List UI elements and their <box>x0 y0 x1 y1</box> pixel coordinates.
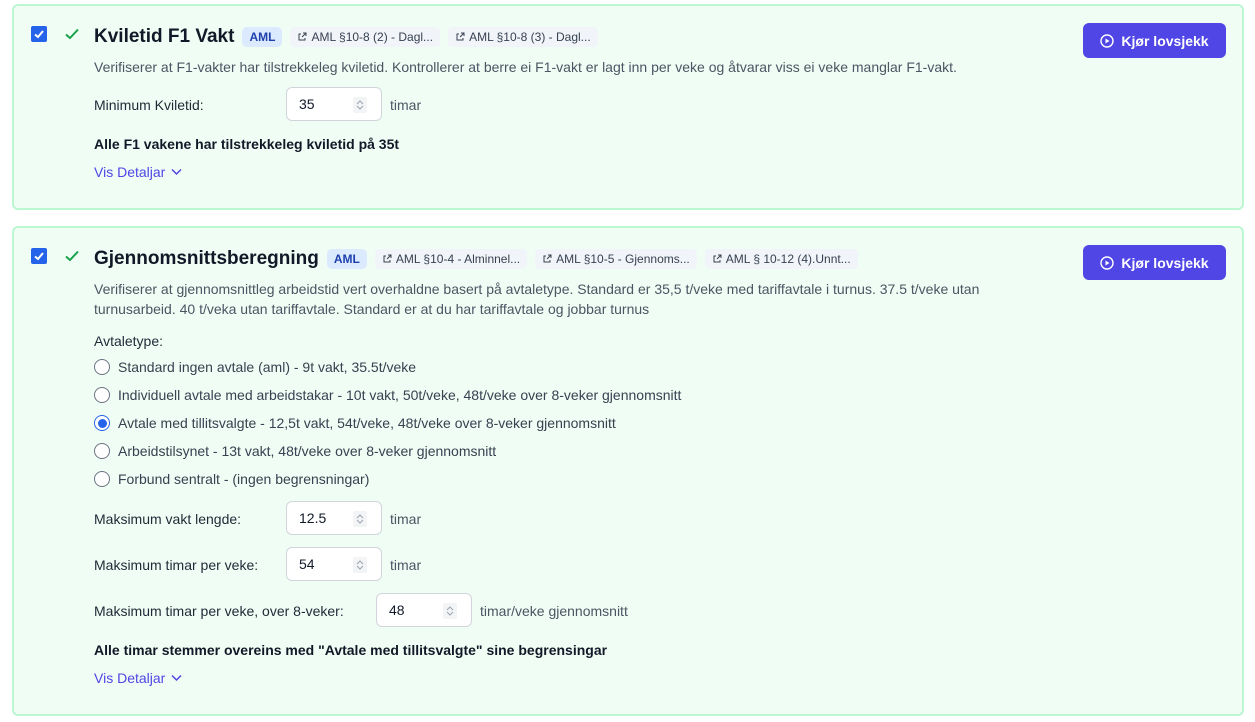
input-value: 35 <box>299 96 315 112</box>
unit-label: timar <box>390 97 422 113</box>
agreement-option-label: Arbeidstilsynet - 13t vakt, 48t/veke ove… <box>118 443 497 459</box>
law-reference-link[interactable]: AML § 10-12 (4).Unnt... <box>704 249 858 269</box>
law-reference-link[interactable]: AML §10-4 - Alminnel... <box>374 249 528 269</box>
enable-checkbox[interactable] <box>31 26 47 42</box>
unit-label: timar/veke gjennomsnitt <box>480 603 628 619</box>
max-hours-8week-input[interactable]: 48 <box>376 593 472 627</box>
card-description: Verifiserer at gjennomsnittleg arbeidsti… <box>94 279 1094 319</box>
max-shift-length-input[interactable]: 12.5 <box>286 501 382 535</box>
chevron-down-icon <box>171 168 182 176</box>
check-result: Alle timar stemmer overeins med "Avtale … <box>94 642 608 658</box>
agreement-option[interactable]: Individuell avtale med arbeidstakar - 10… <box>94 387 681 403</box>
external-link-icon <box>298 32 307 41</box>
check-result: Alle F1 vakene har tilstrekkeleg kvileti… <box>94 136 400 152</box>
card-title: Kviletid F1 Vakt <box>94 26 235 47</box>
input-value: 48 <box>389 602 405 618</box>
checkbox-checked-icon <box>34 30 44 39</box>
spinner-arrows-icon[interactable] <box>443 603 457 619</box>
external-link-icon <box>713 254 722 263</box>
agreement-type-label: Avtaletype: <box>94 333 164 349</box>
description-line: Verifiserer at gjennomsnittleg arbeidsti… <box>94 281 980 297</box>
spinner-arrows-icon[interactable] <box>353 511 367 527</box>
field-label: Maksimum timar per veke: <box>94 557 259 573</box>
input-value: 12.5 <box>299 510 327 526</box>
checkbox-checked-icon <box>34 252 44 261</box>
law-reference-link[interactable]: AML §10-5 - Gjennoms... <box>535 249 697 269</box>
spinner-arrows-icon[interactable] <box>353 97 367 113</box>
play-circle-icon <box>1100 255 1115 270</box>
min-rest-input[interactable]: 35 <box>286 87 382 121</box>
agreement-option-label: Avtale med tillitsvalgte - 12,5t vakt, 5… <box>118 415 616 431</box>
agreement-option-selected[interactable]: Avtale med tillitsvalgte - 12,5t vakt, 5… <box>94 415 616 431</box>
agreement-option[interactable]: Forbund sentralt - (ingen begrensningar) <box>94 471 369 487</box>
field-label: Maksimum timar per veke, over 8-veker: <box>94 603 344 619</box>
card-title: Gjennomsnittsberegning <box>94 248 319 269</box>
external-link-icon <box>543 254 552 263</box>
show-details-label: Vis Detaljar <box>94 670 166 686</box>
show-details-link[interactable]: Vis Detaljar <box>94 670 182 686</box>
external-link-icon <box>383 254 392 263</box>
law-reference-label: AML §10-5 - Gjennoms... <box>556 252 690 266</box>
law-reference-link[interactable]: AML §10-8 (2) - Dagl... <box>290 27 441 47</box>
run-law-check-label: Kjør lovsjekk <box>1121 32 1209 49</box>
law-reference-label: AML §10-8 (2) - Dagl... <box>311 30 434 44</box>
card-header: Gjennomsnittsberegning AML AML §10-4 - A… <box>94 248 858 270</box>
radio-button[interactable] <box>94 471 110 487</box>
play-circle-icon <box>1100 33 1115 48</box>
description-line: turnusarbeid. 40 t/veka utan tariffavtal… <box>94 301 650 317</box>
agreement-option-label: Standard ingen avtale (aml) - 9t vakt, 3… <box>118 359 417 375</box>
rule-card-gjennomsnitt: Gjennomsnittsberegning AML AML §10-4 - A… <box>12 226 1244 716</box>
card-description: Verifiserer at F1-vakter har tilstrekkel… <box>94 59 957 75</box>
law-reference-label: AML §10-4 - Alminnel... <box>395 252 521 266</box>
run-law-check-label: Kjør lovsjekk <box>1121 254 1209 271</box>
run-law-check-button[interactable]: Kjør lovsjekk <box>1083 23 1226 58</box>
aml-badge: AML <box>326 249 367 269</box>
rule-card-kviletid: Kviletid F1 Vakt AML AML §10-8 (2) - Dag… <box>12 4 1244 210</box>
field-label: Minimum Kviletid: <box>94 97 204 113</box>
agreement-option[interactable]: Standard ingen avtale (aml) - 9t vakt, 3… <box>94 359 416 375</box>
radio-button[interactable] <box>94 443 110 459</box>
radio-button[interactable] <box>94 387 110 403</box>
check-icon <box>65 28 79 40</box>
check-icon <box>65 250 79 262</box>
show-details-link[interactable]: Vis Detaljar <box>94 164 182 180</box>
spinner-arrows-icon[interactable] <box>353 557 367 573</box>
agreement-option[interactable]: Arbeidstilsynet - 13t vakt, 48t/veke ove… <box>94 443 496 459</box>
field-label: Maksimum vakt lengde: <box>94 511 242 527</box>
agreement-option-label: Forbund sentralt - (ingen begrensningar) <box>118 471 370 487</box>
law-reference-label: AML § 10-12 (4).Unnt... <box>725 252 851 266</box>
enable-checkbox[interactable] <box>31 248 47 264</box>
law-reference-link[interactable]: AML §10-8 (3) - Dagl... <box>448 27 598 47</box>
external-link-icon <box>456 32 465 41</box>
unit-label: timar <box>390 557 422 573</box>
unit-label: timar <box>390 511 422 527</box>
max-hours-week-input[interactable]: 54 <box>286 547 382 581</box>
run-law-check-button[interactable]: Kjør lovsjekk <box>1083 245 1226 280</box>
aml-badge: AML <box>242 27 283 47</box>
input-value: 54 <box>299 556 315 572</box>
chevron-down-icon <box>171 674 182 682</box>
card-header: Kviletid F1 Vakt AML AML §10-8 (2) - Dag… <box>94 26 598 48</box>
radio-button-selected[interactable] <box>94 415 110 431</box>
radio-button[interactable] <box>94 359 110 375</box>
agreement-option-label: Individuell avtale med arbeidstakar - 10… <box>118 387 682 403</box>
law-reference-label: AML §10-8 (3) - Dagl... <box>469 30 591 44</box>
show-details-label: Vis Detaljar <box>94 164 166 180</box>
